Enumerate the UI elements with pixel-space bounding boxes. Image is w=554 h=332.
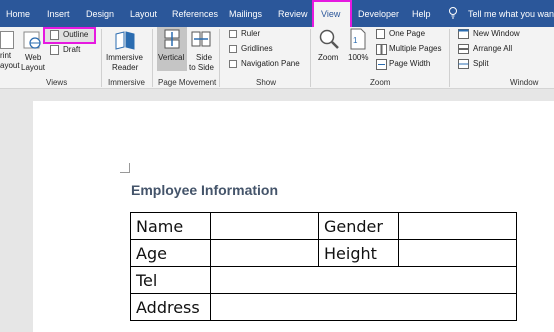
table-cell[interactable]	[398, 239, 517, 267]
immersive-reader-label-2[interactable]: Reader	[112, 63, 138, 72]
tab-review[interactable]: Review	[278, 9, 308, 19]
gridlines-checkbox[interactable]	[229, 45, 237, 53]
draft-label[interactable]: Draft	[63, 45, 80, 54]
magnifier-icon[interactable]	[318, 28, 340, 50]
table-cell[interactable]	[210, 212, 319, 240]
table-row: Address	[130, 293, 517, 321]
document-page[interactable]: Employee Information Name Gender Age Hei…	[33, 101, 554, 332]
zoom-100-icon[interactable]: 1	[349, 28, 367, 50]
table-cell[interactable]: Height	[318, 239, 399, 267]
web-layout-label-1[interactable]: Web	[25, 53, 41, 62]
separator	[219, 29, 220, 87]
arrange-all-icon[interactable]	[458, 44, 469, 54]
multiple-pages-icon[interactable]	[376, 44, 387, 55]
table-cell[interactable]	[210, 239, 319, 267]
employee-table[interactable]: Name Gender Age Height Tel Address	[130, 212, 517, 321]
zoom-group-label: Zoom	[370, 78, 391, 87]
zoom-100-label[interactable]: 100%	[348, 53, 368, 62]
table-cell[interactable]: Age	[130, 239, 211, 267]
separator	[449, 29, 450, 87]
arrange-all-label[interactable]: Arrange All	[473, 44, 512, 53]
side-to-side-label-1[interactable]: Side	[196, 53, 212, 62]
immersive-reader-label-1[interactable]: Immersive	[106, 53, 143, 62]
web-layout-label-2[interactable]: Layout	[21, 63, 45, 72]
table-cell[interactable]: Name	[130, 212, 211, 240]
outline-label[interactable]: Outline	[63, 30, 88, 39]
table-cell[interactable]: Gender	[318, 212, 399, 240]
web-layout-icon[interactable]	[22, 30, 42, 50]
outline-icon	[50, 30, 59, 40]
tab-mailings[interactable]: Mailings	[229, 9, 262, 19]
vertical-icon	[164, 29, 180, 49]
draft-icon[interactable]	[50, 45, 59, 55]
table-cell[interactable]	[210, 266, 517, 294]
tab-help[interactable]: Help	[412, 9, 431, 19]
tab-layout[interactable]: Layout	[130, 9, 157, 19]
side-to-side-label-2[interactable]: to Side	[189, 63, 214, 72]
table-cell[interactable]: Tel	[130, 266, 211, 294]
page-width-icon[interactable]	[376, 59, 387, 70]
multiple-pages-label[interactable]: Multiple Pages	[389, 44, 441, 53]
tab-references[interactable]: References	[172, 9, 218, 19]
one-page-icon[interactable]	[376, 29, 385, 39]
new-window-label[interactable]: New Window	[473, 29, 520, 38]
table-row: Age Height	[130, 239, 517, 267]
table-cell[interactable]: Address	[130, 293, 211, 321]
one-page-label[interactable]: One Page	[389, 29, 425, 38]
navigation-pane-label[interactable]: Navigation Pane	[241, 59, 300, 68]
page-margin-corner	[120, 163, 130, 173]
print-layout-label-2[interactable]: ayout	[0, 61, 20, 70]
tab-home[interactable]: Home	[6, 9, 30, 19]
tab-insert[interactable]: Insert	[47, 9, 70, 19]
tab-view-label: View	[321, 9, 341, 19]
document-heading[interactable]: Employee Information	[131, 182, 278, 198]
separator	[152, 29, 153, 87]
document-area: Employee Information Name Gender Age Hei…	[0, 90, 554, 332]
split-icon[interactable]	[458, 59, 469, 69]
ribbon-view: rint ayout Web Layout Outline Draft View…	[0, 27, 554, 89]
immersive-group-label: Immersive	[108, 78, 145, 87]
side-to-side-icon[interactable]	[191, 30, 211, 48]
separator	[310, 29, 311, 87]
ruler-checkbox[interactable]	[229, 30, 237, 38]
ruler-label[interactable]: Ruler	[241, 29, 260, 38]
tab-design[interactable]: Design	[86, 9, 114, 19]
immersive-reader-icon[interactable]	[114, 29, 136, 51]
print-layout-label-1[interactable]: rint	[0, 51, 11, 60]
print-layout-icon[interactable]	[0, 31, 14, 49]
table-row: Tel	[130, 266, 517, 294]
show-group-label: Show	[256, 78, 277, 87]
tab-developer[interactable]: Developer	[358, 9, 399, 19]
views-group-label: Views	[46, 78, 68, 87]
table-cell[interactable]	[210, 293, 517, 321]
navigation-pane-checkbox[interactable]	[229, 60, 237, 68]
table-cell[interactable]	[398, 212, 517, 240]
split-label[interactable]: Split	[473, 59, 489, 68]
svg-text:1: 1	[353, 36, 358, 45]
tell-me-search[interactable]: Tell me what you want t	[468, 9, 554, 19]
gridlines-label[interactable]: Gridlines	[241, 44, 273, 53]
separator	[101, 29, 102, 87]
table-row: Name Gender	[130, 212, 517, 240]
page-width-label[interactable]: Page Width	[389, 59, 430, 68]
page-movement-group-label: Page Movement	[158, 78, 217, 87]
ribbon-tab-bar: Home Insert Design Layout References Mai…	[0, 0, 554, 27]
window-group-label: Window	[510, 78, 539, 87]
tab-view[interactable]: View	[312, 0, 352, 27]
zoom-label[interactable]: Zoom	[318, 53, 338, 62]
new-window-icon[interactable]	[458, 29, 469, 39]
lightbulb-icon	[449, 7, 457, 19]
vertical-label: Vertical	[158, 53, 185, 62]
